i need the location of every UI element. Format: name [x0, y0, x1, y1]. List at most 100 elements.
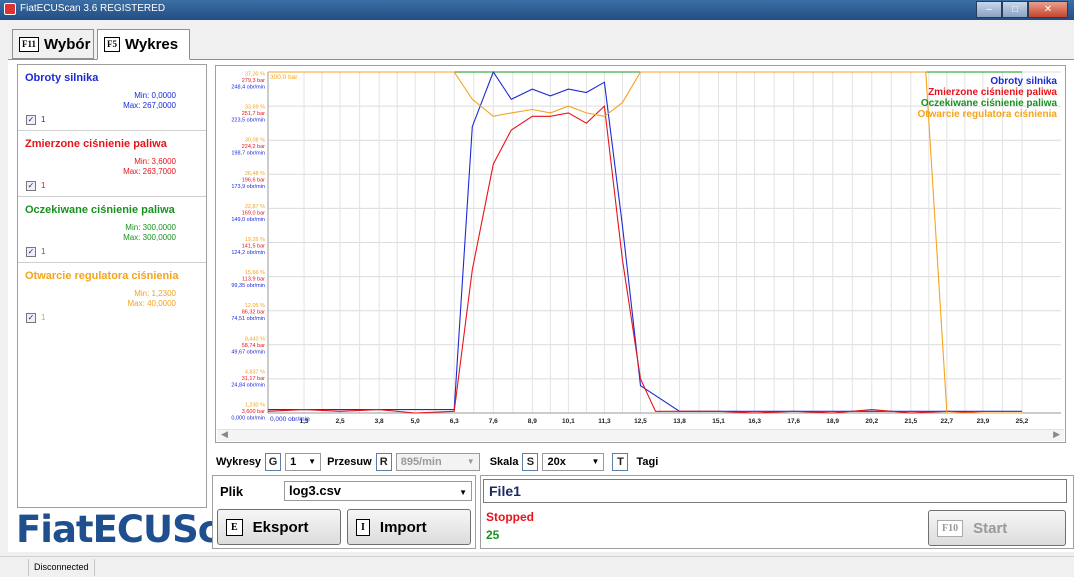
channel-check-value: 1 — [41, 115, 46, 124]
channel-item-zmierzone: Zmierzone ciśnienie paliwa Min: 3,6000 M… — [18, 131, 206, 197]
scroll-left-icon[interactable]: ◀ — [221, 429, 228, 440]
eksport-label: Eksport — [252, 518, 309, 536]
x-tick-label: 18,9 — [826, 418, 839, 425]
x-tick-label: 15,1 — [712, 418, 725, 425]
y-tick-label: 49,67 obr/min — [231, 349, 265, 355]
start-label: Start — [973, 519, 1008, 537]
eksport-button[interactable]: E Eksport — [217, 509, 341, 545]
legend-entry: Oczekiwane ciśnienie paliwa — [921, 98, 1058, 109]
wykresy-select[interactable]: 1 ▼ — [285, 453, 322, 471]
import-key: I — [356, 518, 370, 536]
scroll-right-icon[interactable]: ▶ — [1053, 429, 1060, 440]
y-tick-label: 279,3 bar — [242, 78, 265, 84]
channel-max: Max: 263,7000 — [123, 167, 176, 176]
y-tick-label: 26,48 % — [245, 171, 265, 177]
channel-checkbox[interactable]: ✓ — [26, 115, 36, 125]
channel-name: Oczekiwane ciśnienie paliwa — [25, 204, 175, 216]
chart-scrollbar[interactable]: ◀ ▶ — [217, 429, 1064, 441]
x-tick-label: 5,0 — [411, 418, 420, 425]
skala-key: S — [522, 453, 539, 471]
chevron-down-icon: ▼ — [308, 457, 317, 466]
x-tick-label: 13,8 — [673, 418, 686, 425]
import-button[interactable]: I Import — [347, 509, 471, 545]
tab-key-f5: F5 — [104, 37, 120, 52]
channel-max: Max: 40,0000 — [127, 299, 176, 308]
y-tick-label: 3,600 bar — [242, 409, 265, 415]
y-tick-label: 30,08 % — [245, 138, 265, 144]
y-tick-label: 4,837 % — [245, 369, 265, 375]
minimize-button[interactable]: – — [976, 1, 1002, 18]
channel-min: Min: 0,0000 — [134, 91, 176, 100]
legend-entry: Zmierzone ciśnienie paliwa — [928, 87, 1057, 98]
tab-label-wykres: Wykres — [125, 36, 179, 53]
channel-check-value: 1 — [41, 313, 46, 322]
tab-wykres[interactable]: F5 Wykres — [97, 29, 190, 60]
y-tick-label: 251,7 bar — [242, 111, 265, 117]
y-tick-label: 15,66 % — [245, 270, 265, 276]
y-tick-label: 19,26 % — [245, 237, 265, 243]
channel-max: Max: 300,0000 — [123, 233, 176, 242]
wykresy-key: G — [265, 453, 282, 471]
channel-list: Obroty silnika Min: 0,0000 Max: 267,0000… — [17, 64, 207, 508]
channel-min: Min: 300,0000 — [125, 223, 176, 232]
channel-checkbox[interactable]: ✓ — [26, 181, 36, 191]
chart-area: 37,30 % 279,3 bar 248,4 obr/min 33,69 % 251,… — [215, 65, 1066, 443]
x-tick-label: 7,6 — [489, 418, 498, 425]
maximize-button[interactable]: □ — [1002, 1, 1028, 18]
start-button[interactable]: F10 Start — [928, 510, 1066, 546]
przesuw-value: 895/min — [400, 456, 442, 468]
x-tick-label: 16,3 — [748, 418, 761, 425]
close-button[interactable]: ✕ — [1028, 1, 1068, 18]
y-tick-label: 33,69 % — [245, 105, 265, 111]
x-tick-label: 6,3 — [450, 418, 459, 425]
y-tick-label: 124,2 obr/min — [231, 250, 265, 256]
channel-name: Zmierzone ciśnienie paliwa — [25, 138, 167, 150]
przesuw-label: Przesuw — [327, 456, 372, 468]
skala-select[interactable]: 20x ▼ — [542, 453, 605, 471]
chevron-down-icon: ▼ — [459, 488, 467, 497]
skala-value: 20x — [547, 456, 566, 468]
channel-item-obroty: Obroty silnika Min: 0,0000 Max: 267,0000… — [18, 65, 206, 131]
skala-label: Skala — [489, 456, 519, 468]
chevron-down-icon: ▼ — [466, 457, 475, 466]
plik-select[interactable]: log3.csv ▼ — [284, 481, 472, 501]
y-tick-label: 113,9 bar — [242, 277, 265, 283]
y-tick-label: 99,35 obr/min — [231, 283, 265, 289]
tagi-label: Tagi — [636, 456, 659, 468]
status-state: Stopped — [486, 510, 534, 524]
x-tick-label: 10,1 — [562, 418, 575, 425]
chart-controls: Wykresy G 1 ▼ Przesuw R 895/min ▼ Skala … — [216, 452, 658, 472]
y-tick-label: 37,30 % — [245, 72, 265, 78]
x-tick-label: 22,7 — [941, 418, 954, 425]
series-line — [267, 104, 1022, 414]
y-tick-label: 141,5 bar — [242, 244, 265, 250]
y-tick-label: 22,87 % — [245, 204, 265, 210]
channel-checkbox[interactable]: ✓ — [26, 313, 36, 323]
channel-name: Obroty silnika — [25, 72, 99, 84]
tab-wybor[interactable]: F11 Wybór — [12, 29, 94, 59]
tab-label-wybor: Wybór — [44, 35, 91, 53]
plik-value: log3.csv — [289, 483, 342, 498]
file-name-field[interactable]: File1 — [483, 479, 1067, 503]
channel-checkbox[interactable]: ✓ — [26, 247, 36, 257]
y-tick-label: 31,17 bar — [242, 376, 265, 382]
x-tick-label: 12,5 — [634, 418, 647, 425]
app-icon — [4, 3, 16, 15]
channel-max: Max: 267,0000 — [123, 101, 176, 110]
window-title: FiatECUScan 3.6 REGISTERED — [20, 3, 166, 14]
channel-item-otwarcie: Otwarcie regulatora ciśnienia Min: 1,230… — [18, 263, 206, 329]
tagi-key[interactable]: T — [612, 453, 629, 471]
y-tick-label: 1,230 % — [245, 403, 265, 409]
start-key: F10 — [937, 519, 964, 537]
x-tick-label: 23,9 — [977, 418, 990, 425]
x-tick-label: 20,2 — [865, 418, 878, 425]
y-tick-label: 86,32 bar — [242, 310, 265, 316]
x-tick-label: 25,2 — [1016, 418, 1029, 425]
channel-check-value: 1 — [41, 247, 46, 256]
channel-name: Otwarcie regulatora ciśnienia — [25, 270, 179, 282]
status-bar: Disconnected — [0, 556, 1074, 577]
y-tick-label: 0,000 obr/min — [231, 416, 265, 422]
y-tick-label: 248,4 obr/min — [231, 85, 265, 91]
y-tick-label: 198,7 obr/min — [231, 151, 265, 157]
przesuw-select[interactable]: 895/min ▼ — [395, 453, 480, 471]
